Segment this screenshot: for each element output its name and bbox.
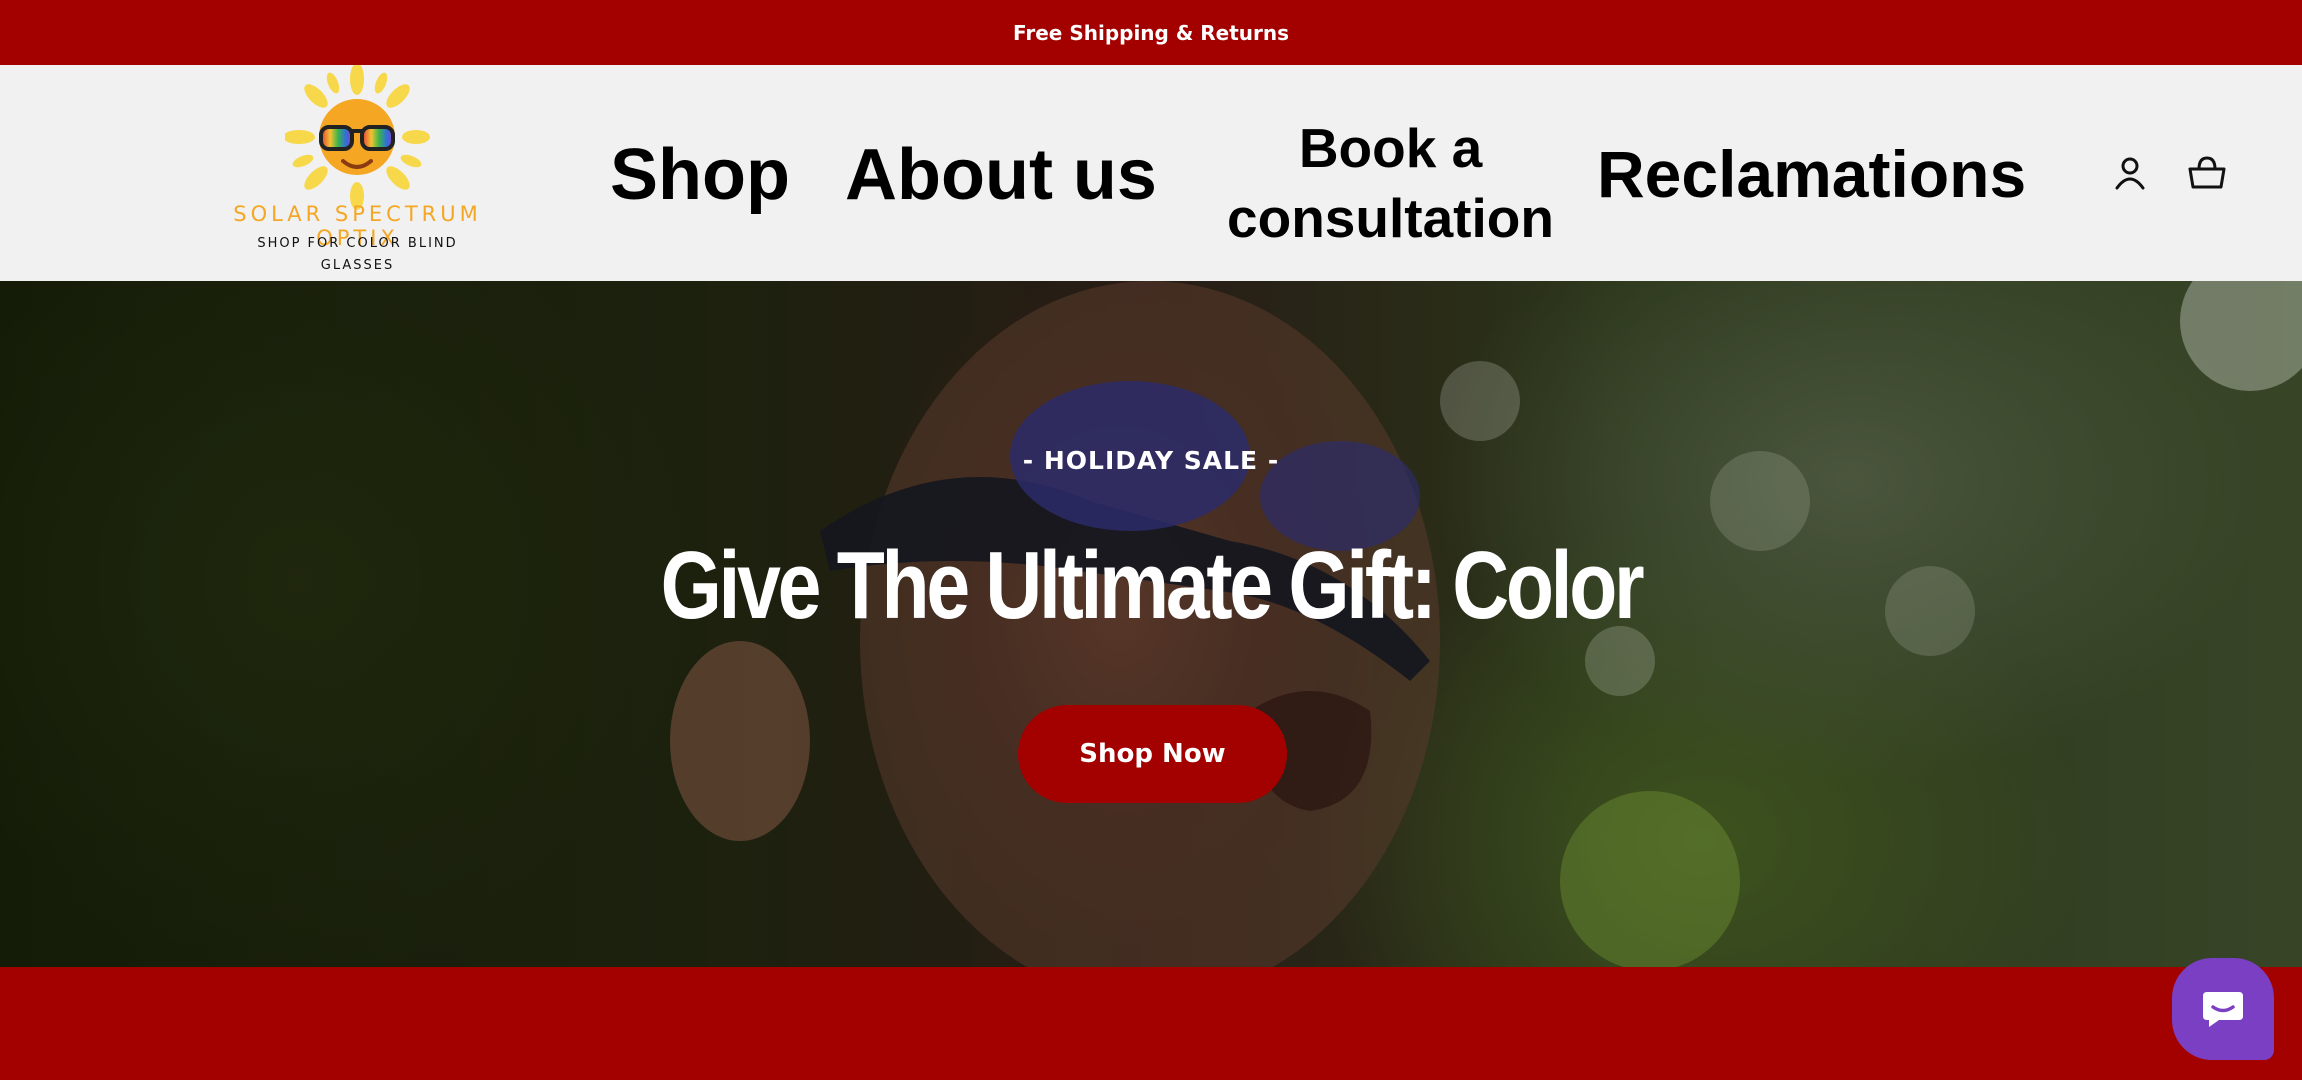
chat-bubble-icon (2203, 992, 2243, 1027)
shop-now-button[interactable]: Shop Now (1018, 705, 1287, 803)
site-header: SOLAR SPECTRUM OPTIX SHOP FOR COLOR BLIN… (0, 65, 2302, 281)
hero-banner: - HOLIDAY SALE - Give The Ultimate Gift:… (0, 281, 2302, 967)
hero-eyebrow: - HOLIDAY SALE - (1022, 446, 1280, 475)
logo-tagline: SHOP FOR COLOR BLIND GLASSES (257, 236, 458, 273)
sun-with-sunglasses-icon (285, 65, 430, 210)
nav-book-consultation[interactable]: Book a consultation (1218, 113, 1563, 253)
account-button[interactable] (2110, 153, 2150, 193)
nav-about-us[interactable]: About us (845, 135, 1157, 215)
bottom-section (0, 967, 2302, 1080)
announcement-bar: Free Shipping & Returns (0, 0, 2302, 65)
nav-reclamations[interactable]: Reclamations (1597, 135, 2026, 213)
nav-shop[interactable]: Shop (610, 135, 790, 215)
announcement-text: Free Shipping & Returns (1012, 20, 1289, 45)
basket-icon (2188, 156, 2226, 189)
cart-button[interactable] (2187, 153, 2227, 193)
site-logo[interactable]: SOLAR SPECTRUM OPTIX SHOP FOR COLOR BLIN… (195, 65, 520, 281)
user-icon (2115, 157, 2145, 190)
hero-title: Give The Ultimate Gift: Color (660, 532, 1645, 639)
chat-widget-button[interactable] (2172, 958, 2274, 1060)
